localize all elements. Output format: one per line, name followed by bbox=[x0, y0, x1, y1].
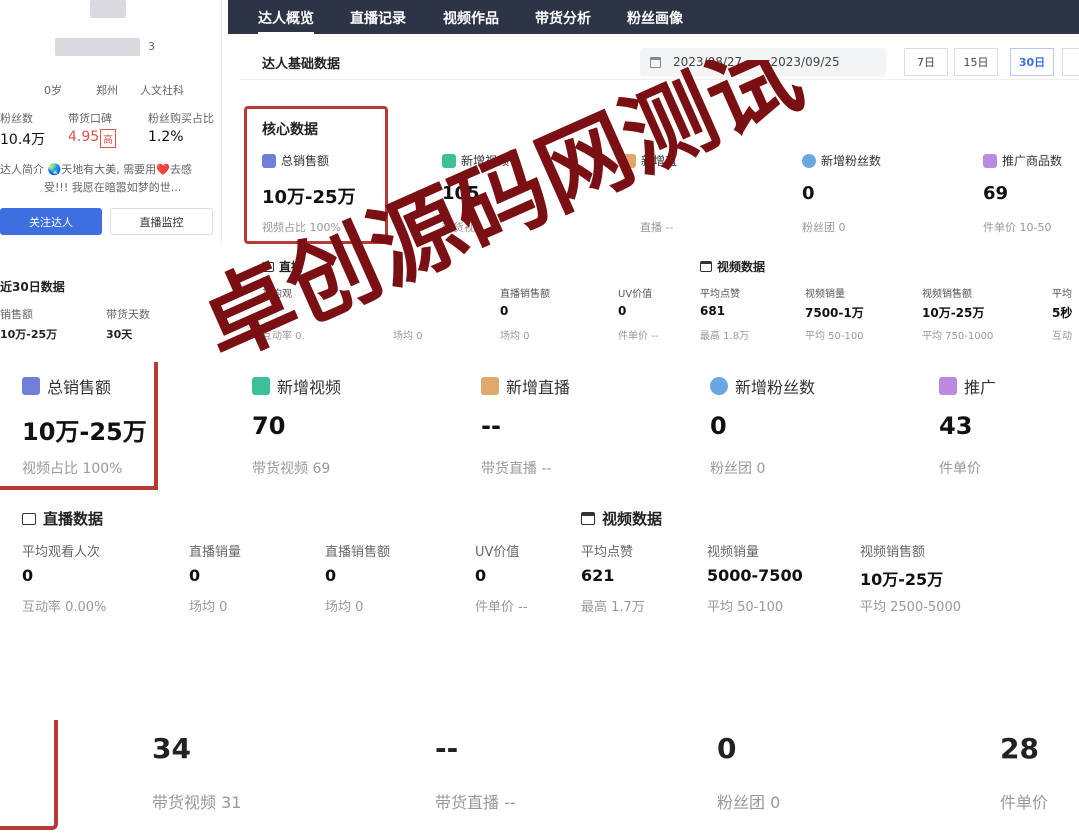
follow-button[interactable]: 关注达人 bbox=[0, 208, 102, 235]
metric-value-new-live: -- bbox=[435, 732, 459, 765]
reputation-badge: 高 bbox=[100, 129, 116, 148]
tab-sales-analysis[interactable]: 带货分析 bbox=[535, 8, 591, 28]
highlight-box-bottom bbox=[0, 486, 158, 490]
video-label: 视频销量 bbox=[707, 545, 760, 560]
goods-icon bbox=[983, 153, 997, 168]
avatar bbox=[90, 0, 126, 18]
nickname-blurred bbox=[55, 38, 140, 56]
live-value: 0 bbox=[325, 566, 337, 585]
stat-label: 粉丝数 bbox=[0, 112, 33, 125]
video-value: 10万-25万 bbox=[922, 306, 985, 320]
metric-value-sales: 10万-25万 bbox=[22, 418, 147, 446]
video-sub: 平均 750-1000 bbox=[922, 331, 994, 342]
label-text: 总销售额 bbox=[47, 378, 112, 397]
metric-sub-goods: 件单价 bbox=[1000, 793, 1049, 812]
video-data-title: 视频数据 bbox=[581, 508, 662, 529]
live-sub: 场均 0 bbox=[325, 600, 364, 615]
video-sub: 平均 2500-5000 bbox=[860, 600, 961, 615]
live-value: 0 bbox=[189, 566, 201, 585]
fan-buy-ratio: 1.2% bbox=[148, 129, 184, 145]
video-sub: 最高 1.7万 bbox=[581, 600, 645, 615]
live-label: UV价值 bbox=[475, 545, 520, 560]
highlight-box-edge bbox=[150, 362, 158, 490]
metric-sub-goods: 件单价 10-50 bbox=[983, 221, 1052, 234]
range-more-button[interactable] bbox=[1062, 48, 1079, 76]
metric-value-new-fans: 0 bbox=[710, 412, 727, 440]
metric-sub-new-live: 带货直播 -- bbox=[481, 461, 552, 477]
title-text: 直播数据 bbox=[43, 510, 104, 528]
live-label: 直播销售额 bbox=[325, 545, 391, 560]
metric-sub-new-video: 带货视频 69 bbox=[252, 461, 331, 477]
intro-line-2: 受!!! 我愿在暗嚣如梦的世... bbox=[44, 181, 182, 194]
video-value: 5000-7500 bbox=[707, 566, 803, 585]
label-text: 推广商品数 bbox=[1002, 154, 1063, 168]
metric-value-new-video: 70 bbox=[252, 412, 286, 440]
metric-label-sales: 总销售额 bbox=[22, 374, 111, 398]
metric-value-goods: 43 bbox=[939, 412, 973, 440]
video-value: 10万-25万 bbox=[860, 570, 944, 589]
id-suffix: 3 bbox=[148, 40, 155, 53]
live-sub: 场均 0 bbox=[189, 600, 228, 615]
video-value: 5秒 bbox=[1052, 306, 1073, 320]
sales-icon bbox=[22, 377, 40, 395]
range-15d-button[interactable]: 15日 bbox=[954, 48, 998, 76]
label-text: 推广 bbox=[964, 378, 997, 397]
highlight-box-bottom-edge bbox=[0, 720, 58, 830]
recent-value: 10万-25万 bbox=[0, 328, 58, 341]
live-icon bbox=[22, 512, 36, 525]
tab-fan-portrait[interactable]: 粉丝画像 bbox=[627, 8, 683, 28]
live-value: 0 bbox=[475, 566, 487, 585]
video-label: 平均点赞 bbox=[581, 545, 634, 560]
live-label: 平均观看人次 bbox=[22, 545, 101, 560]
video-value: 621 bbox=[581, 566, 615, 585]
metric-sub-new-video: 带货视频 31 bbox=[152, 793, 242, 812]
category: 人文社科 bbox=[140, 84, 184, 97]
metric-label-goods: 推广 bbox=[939, 374, 996, 398]
reputation-score: 4.95 bbox=[68, 129, 100, 145]
video-sub: 互动 bbox=[1052, 331, 1072, 342]
tab-live-records[interactable]: 直播记录 bbox=[350, 8, 406, 28]
metric-sub-new-fans: 粉丝团 0 bbox=[717, 793, 781, 812]
live-label: 直播销量 bbox=[189, 545, 242, 560]
metric-value-new-fans: 0 bbox=[717, 732, 737, 765]
recent-value: 30天 bbox=[106, 328, 133, 341]
range-30d-button[interactable]: 30日 bbox=[1010, 48, 1054, 76]
metric-value-goods: 69 bbox=[983, 183, 1009, 204]
video-icon bbox=[581, 512, 595, 525]
metric-value-new-video: 34 bbox=[152, 732, 191, 765]
goods-icon bbox=[939, 377, 957, 395]
metric-sub-goods: 件单价 bbox=[939, 461, 981, 477]
video-label: 平均 bbox=[1052, 289, 1072, 300]
tab-video-works[interactable]: 视频作品 bbox=[443, 8, 499, 28]
watermark: 卓创源码网测试 bbox=[200, 60, 817, 380]
live-sub: 件单价 -- bbox=[475, 600, 528, 615]
metric-sub-new-fans: 粉丝团 0 bbox=[710, 461, 766, 477]
intro-line-1: 达人简介 🌏天地有大美, 需要用❤️去感 bbox=[0, 163, 192, 176]
video-sub: 平均 50-100 bbox=[707, 600, 784, 615]
title-text: 视频数据 bbox=[602, 510, 663, 528]
metric-sub-new-live: 带货直播 -- bbox=[435, 793, 516, 812]
stat-label: 带货口碑 bbox=[68, 112, 112, 125]
metric-label-goods: 推广商品数 bbox=[983, 152, 1062, 169]
range-7d-button[interactable]: 7日 bbox=[904, 48, 948, 76]
live-data-title: 直播数据 bbox=[22, 508, 103, 529]
video-label: 视频销售额 bbox=[922, 289, 972, 300]
tab-overview[interactable]: 达人概览 bbox=[258, 8, 314, 35]
live-sub: 互动率 0.00% bbox=[22, 600, 107, 615]
watermark-text: 卓创源码网测试 bbox=[200, 60, 817, 380]
age: 0岁 bbox=[44, 84, 62, 97]
recent-label: 销售额 bbox=[0, 308, 33, 321]
video-label: 视频销售额 bbox=[860, 545, 926, 560]
live-monitor-button[interactable]: 直播监控 bbox=[110, 208, 213, 235]
recent30-title: 近30日数据 bbox=[0, 280, 65, 294]
metric-sub-sales: 视频占比 100% bbox=[22, 461, 123, 477]
live-value: 0 bbox=[22, 566, 34, 585]
recent-label: 带货天数 bbox=[106, 308, 150, 321]
metric-value-new-live: -- bbox=[481, 412, 501, 440]
city: 郑州 bbox=[96, 84, 118, 97]
metric-value-goods: 28 bbox=[1000, 732, 1039, 765]
fans-count: 10.4万 bbox=[0, 132, 46, 148]
